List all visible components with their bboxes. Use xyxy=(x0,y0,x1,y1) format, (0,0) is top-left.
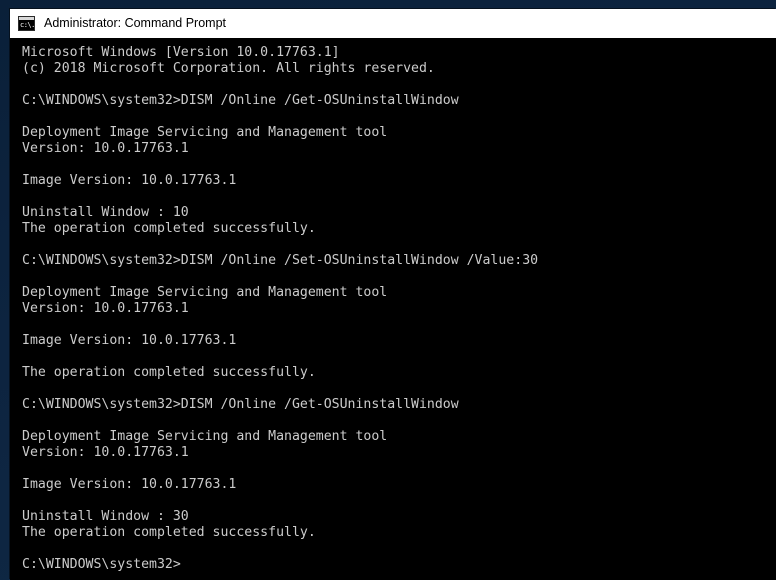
console-line: C:\WINDOWS\system32>DISM /Online /Set-OS… xyxy=(22,253,539,268)
console-line: Version: 10.0.17763.1 xyxy=(22,445,189,460)
window-title-bar[interactable]: c:\. Administrator: Command Prompt xyxy=(10,9,776,38)
console-line: Uninstall Window : 10 xyxy=(22,205,189,220)
console-line: Image Version: 10.0.17763.1 xyxy=(22,173,237,188)
console-line: The operation completed successfully. xyxy=(22,221,316,236)
console-line: Microsoft Windows [Version 10.0.17763.1] xyxy=(22,45,340,60)
console-line: C:\WINDOWS\system32>DISM /Online /Get-OS… xyxy=(22,93,459,108)
command-prompt-icon: c:\. xyxy=(18,16,35,31)
console-line: C:\WINDOWS\system32>DISM /Online /Get-OS… xyxy=(22,397,459,412)
command-prompt-icon-titlebar xyxy=(19,17,34,20)
window-title-text: Administrator: Command Prompt xyxy=(44,16,227,30)
console-line: Image Version: 10.0.17763.1 xyxy=(22,477,237,492)
console-line: Version: 10.0.17763.1 xyxy=(22,301,189,316)
command-prompt-icon-glyph: c:\. xyxy=(20,21,35,29)
console-line: Image Version: 10.0.17763.1 xyxy=(22,333,237,348)
console-line: Deployment Image Servicing and Managemen… xyxy=(22,285,388,300)
console-line: The operation completed successfully. xyxy=(22,365,316,380)
console-line: C:\WINDOWS\system32> xyxy=(22,557,181,572)
console-line: Version: 10.0.17763.1 xyxy=(22,141,189,156)
console-line: Deployment Image Servicing and Managemen… xyxy=(22,429,388,444)
console-line: Uninstall Window : 30 xyxy=(22,509,189,524)
console-text-area[interactable]: Microsoft Windows [Version 10.0.17763.1]… xyxy=(10,38,776,580)
console-line: Deployment Image Servicing and Managemen… xyxy=(22,125,388,140)
command-prompt-window[interactable]: c:\. Administrator: Command Prompt Micro… xyxy=(10,9,776,580)
console-line: (c) 2018 Microsoft Corporation. All righ… xyxy=(22,61,435,76)
console-line: The operation completed successfully. xyxy=(22,525,316,540)
